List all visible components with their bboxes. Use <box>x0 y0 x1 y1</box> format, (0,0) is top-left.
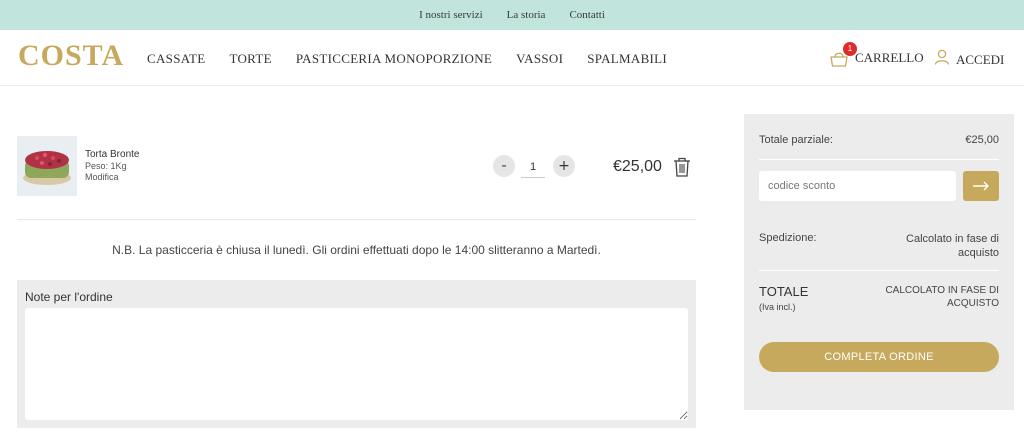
summary-divider <box>759 270 999 271</box>
shipping-row: Spedizione: Calcolato in fase di acquist… <box>759 232 999 259</box>
order-notes: Note per l'ordine <box>17 280 696 428</box>
order-notes-textarea[interactable] <box>25 308 688 420</box>
total-row: TOTALE (Iva incl.) CALCOLATO IN FASE DI … <box>759 284 999 312</box>
coupon-input[interactable] <box>759 171 956 201</box>
main-nav: CASSATE TORTE PASTICCERIA MONOPORZIONE V… <box>147 51 667 67</box>
logo[interactable]: COSTA <box>18 39 124 73</box>
item-weight: Peso: 1Kg <box>85 161 127 171</box>
user-icon <box>934 49 950 70</box>
cart-link[interactable]: 1 CARRELLO <box>829 42 924 67</box>
edit-item-link[interactable]: Modifica <box>85 172 139 183</box>
cart-label: CARRELLO <box>855 50 924 65</box>
total-value: CALCOLATO IN FASE DI ACQUISTO <box>885 285 999 309</box>
summary-divider <box>759 159 999 160</box>
nav-torte[interactable]: TORTE <box>229 51 271 67</box>
order-summary: Totale parziale: €25,00 Spedizione: Calc… <box>744 114 1014 410</box>
complete-order-button[interactable]: COMPLETA ORDINE <box>759 342 999 372</box>
nav-monoporzione[interactable]: PASTICCERIA MONOPORZIONE <box>296 51 492 67</box>
login-label: ACCEDI <box>956 51 1005 67</box>
login-link[interactable]: ACCEDI <box>934 49 1004 70</box>
order-notes-label: Note per l'ordine <box>25 290 113 304</box>
subtotal-value: €25,00 <box>965 134 999 146</box>
item-info: Torta Bronte Peso: 1Kg Modifica <box>85 149 139 183</box>
subtotal-label: Totale parziale: <box>759 134 833 146</box>
closing-notice: N.B. La pasticceria è chiusa il lunedì. … <box>112 243 601 257</box>
quantity-decrease-button[interactable]: - <box>493 155 515 177</box>
shipping-value: Calcolato in fase di acquisto <box>906 233 999 259</box>
bag-icon: 1 <box>829 42 857 67</box>
product-image[interactable] <box>17 136 77 196</box>
nav-cassate[interactable]: CASSATE <box>147 51 205 67</box>
item-price: €25,00 <box>613 158 662 175</box>
apply-coupon-button[interactable] <box>963 171 999 201</box>
site-header: COSTA CASSATE TORTE PASTICCERIA MONOPORZ… <box>0 30 1024 86</box>
link-contatti[interactable]: Contatti <box>569 9 604 21</box>
nav-spalmabili[interactable]: SPALMABILI <box>587 51 667 67</box>
subtotal-row: Totale parziale: €25,00 <box>759 134 999 146</box>
cart-count-badge: 1 <box>843 42 857 56</box>
quantity-increase-button[interactable]: + <box>553 155 575 177</box>
cart-item: Torta Bronte Peso: 1Kg Modifica - + €25,… <box>17 136 697 198</box>
trash-icon[interactable] <box>673 157 691 177</box>
link-servizi[interactable]: I nostri servizi <box>419 9 483 21</box>
arrow-right-icon <box>972 179 990 194</box>
item-name[interactable]: Torta Bronte <box>85 149 139 160</box>
nav-vassoi[interactable]: VASSOI <box>516 51 563 67</box>
divider <box>17 219 696 220</box>
quantity-input[interactable] <box>521 156 545 178</box>
top-bar: I nostri servizi La storia Contatti <box>0 0 1024 30</box>
link-storia[interactable]: La storia <box>507 9 546 21</box>
